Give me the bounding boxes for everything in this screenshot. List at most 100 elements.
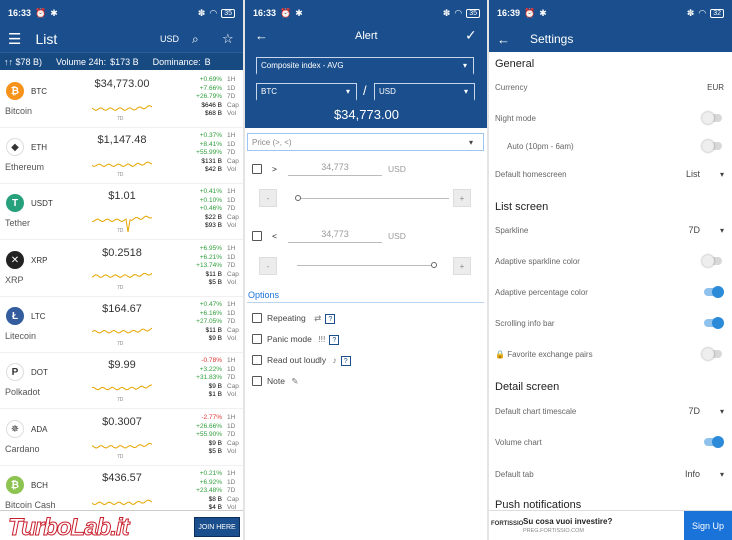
coin-row[interactable]: P DOT Polkadot $9.99 7D -0.78% 1H +3.22% 1D… — [0, 353, 243, 409]
change-value: $646 B — [201, 101, 222, 109]
change-key: Cap — [227, 270, 239, 278]
read-aloud-help-icon[interactable]: ? — [340, 356, 351, 366]
below-plus-button[interactable]: + — [453, 257, 471, 275]
change-key: 1H — [227, 414, 236, 421]
from-coin-dropdown[interactable]: BTC ▾ — [256, 83, 357, 101]
night-mode-setting[interactable]: Night mode — [495, 111, 724, 125]
battery-icon: 35 — [466, 8, 480, 18]
change-value: +6.95% — [199, 245, 222, 252]
change-block: +0.47% 1H +6.16% 1D +27.05% 7D $11 B Cap $9 B Vol — [186, 301, 241, 344]
favorite-pairs-setting[interactable]: 🔒 Favorite exchange pairs — [495, 347, 724, 361]
change-value: +26.66% — [196, 422, 222, 430]
adaptive-percentage-toggle[interactable] — [704, 286, 724, 298]
back-arrow-icon[interactable]: ← — [497, 32, 510, 47]
above-plus-button[interactable]: + — [453, 189, 471, 207]
change-key: 1H — [227, 132, 236, 139]
ad-logo: FORTISSIO — [491, 521, 524, 527]
above-checkbox[interactable] — [252, 164, 262, 174]
change-key: 1D — [227, 196, 236, 204]
change-key: 1H — [227, 301, 236, 308]
change-value: $5 B — [208, 279, 222, 286]
auto-night-toggle[interactable] — [702, 140, 722, 152]
sign-up-button[interactable]: Sign Up — [684, 511, 732, 540]
coin-symbol: LTC — [31, 312, 46, 321]
ad-banner[interactable]: FORTISSIO Su cosa vuoi investire? PREG.F… — [489, 510, 732, 540]
sparkline-setting[interactable]: Sparkline 7D ▾ — [495, 223, 724, 237]
change-key: Vol — [227, 391, 237, 398]
confirm-check-icon[interactable]: ✓ — [465, 27, 477, 44]
currency-selector[interactable]: USD — [160, 34, 179, 44]
below-value-input[interactable]: 34,773 — [288, 229, 382, 243]
change-key: Vol — [227, 110, 237, 117]
change-key: Vol — [227, 335, 237, 342]
change-value: $93 B — [205, 222, 222, 229]
ad-banner[interactable]: TurboLab.it JOIN HERE — [0, 510, 243, 540]
chart-timescale-setting[interactable]: Default chart timescale 7D ▾ — [495, 404, 724, 418]
status-time: 16:33 — [253, 8, 277, 18]
coin-row[interactable]: ✕ XRP XRP $0.2518 7D +6.95% 1H +6.21% 1D +13… — [0, 241, 243, 297]
default-tab-setting[interactable]: Default tab Info ▾ — [495, 467, 724, 481]
coin-row[interactable]: ₿ BTC Bitcoin $34,773.00 7D +0.69% 1H +7.6… — [0, 72, 243, 128]
coin-row[interactable]: T USDT Tether $1.01 7D +0.41% 1H +0.10% 1D +… — [0, 184, 243, 240]
below-checkbox[interactable] — [252, 231, 262, 241]
below-slider[interactable] — [297, 265, 435, 266]
change-value: +0.46% — [199, 205, 222, 212]
below-minus-button[interactable]: - — [259, 257, 277, 275]
change-block: +6.95% 1H +6.21% 1D +13.74% 7D $11 B Cap $5 B Vol — [186, 245, 241, 288]
settings-icon: ✱ — [295, 7, 303, 18]
coin-row[interactable]: ◆ ETH Ethereum $1,147.48 7D +0.37% 1H +8.4… — [0, 128, 243, 184]
change-block: -2.77% 1H +26.66% 1D +55.90% 7D $9 B Cap $5 B Vol — [186, 414, 241, 457]
coin-name: Tether — [5, 218, 31, 228]
panic-help-icon[interactable]: ? — [329, 335, 340, 345]
change-key: Cap — [227, 382, 239, 390]
coin-logo-icon: T — [6, 194, 24, 212]
wifi-icon: ◠ — [209, 7, 218, 18]
currency-setting[interactable]: Currency EUR — [495, 80, 724, 94]
below-unit: USD — [388, 231, 406, 241]
adaptive-sparkline-toggle[interactable] — [702, 255, 722, 267]
favorite-pairs-toggle[interactable] — [702, 348, 722, 360]
night-mode-toggle[interactable] — [702, 112, 722, 124]
scrolling-info-bar-setting[interactable]: Scrolling info bar — [495, 316, 724, 330]
above-value-input[interactable]: 34,773 — [288, 162, 382, 176]
volume-chart-setting[interactable]: Volume chart — [495, 435, 724, 449]
panic-mode-checkbox[interactable] — [252, 334, 262, 344]
adaptive-sparkline-setting[interactable]: Adaptive sparkline color — [495, 254, 724, 268]
change-key: 7D — [227, 93, 236, 100]
volume-chart-toggle[interactable] — [704, 436, 724, 448]
change-value: $131 B — [201, 157, 222, 165]
coin-row[interactable]: Ł LTC Litecoin $164.67 7D +0.47% 1H +6.16%… — [0, 297, 243, 353]
index-dropdown[interactable]: Composite index - AVG ▾ — [256, 57, 474, 75]
auto-night-setting[interactable]: Auto (10pm - 6am) — [507, 139, 724, 153]
coin-row[interactable]: ✵ ADA Cardano $0.3007 7D -2.77% 1H +26.66%… — [0, 410, 243, 466]
change-block: -0.78% 1H +3.22% 1D +31.83% 7D $9 B Cap $1 B Vol — [186, 357, 241, 400]
default-homescreen-setting[interactable]: Default homescreen List ▾ — [495, 167, 724, 181]
repeating-help-icon[interactable]: ? — [325, 314, 336, 324]
note-checkbox[interactable] — [252, 376, 262, 386]
above-slider[interactable] — [297, 198, 449, 199]
star-icon[interactable]: ☆ — [222, 31, 234, 47]
scrolling-info-bar-toggle[interactable] — [704, 317, 724, 329]
below-slider-knob[interactable] — [431, 262, 437, 268]
repeat-icon: ⇄ — [314, 313, 322, 323]
to-currency-dropdown[interactable]: USD ▾ — [374, 83, 475, 101]
options-heading: Options — [248, 290, 280, 300]
adaptive-percentage-setting[interactable]: Adaptive percentage color — [495, 285, 724, 299]
change-value: +0.47% — [199, 301, 222, 308]
join-button[interactable]: JOIN HERE — [194, 517, 240, 537]
back-arrow-icon[interactable]: ← — [255, 28, 268, 43]
above-minus-button[interactable]: - — [259, 189, 277, 207]
search-icon[interactable]: ⌕ — [192, 32, 199, 47]
dropdown-arrow-icon: ▾ — [468, 137, 473, 147]
above-slider-knob[interactable] — [295, 195, 301, 201]
dropdown-arrow-icon: ▾ — [719, 169, 724, 179]
repeating-checkbox[interactable] — [252, 313, 262, 323]
change-key: 7D — [227, 149, 236, 156]
change-key: 1D — [227, 365, 236, 373]
read-aloud-checkbox[interactable] — [252, 355, 262, 365]
pencil-icon: ✎ — [291, 376, 299, 386]
condition-dropdown[interactable]: Price (>, <) ▾ — [247, 133, 484, 151]
change-value: -0.78% — [201, 357, 222, 364]
menu-icon[interactable]: ☰ — [8, 30, 21, 48]
change-value: +31.83% — [196, 374, 222, 381]
